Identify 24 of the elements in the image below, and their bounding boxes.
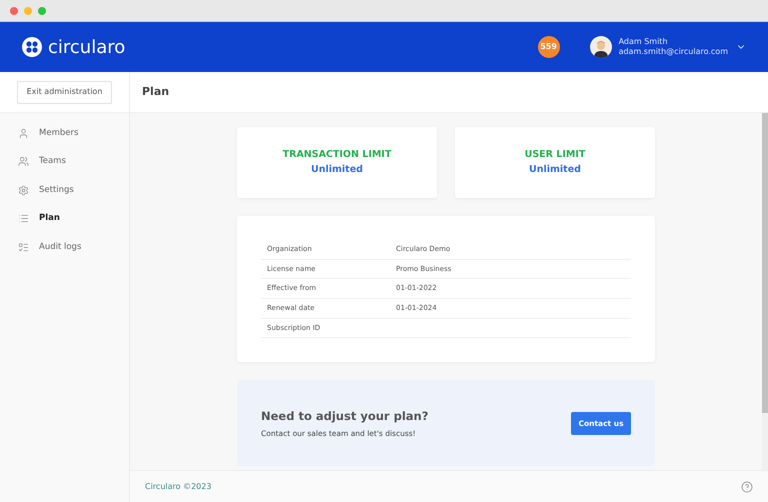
help-icon[interactable] [741,480,753,492]
footer-copyright: Circularo ©2023 [145,480,212,492]
sidebar-item-icon [18,184,29,196]
sidebar-item[interactable]: Plan [0,204,129,233]
sidebar-item[interactable]: Settings [0,176,129,204]
banner-title: Need to adjust your plan? [261,408,430,425]
user-name: Adam Smith [618,37,669,47]
exit-administration-button[interactable]: Exit administration [16,80,112,104]
avatar-icon[interactable] [590,36,612,58]
sidebar-item-icon [18,156,29,168]
limit-title: TRANSACTION LIMIT [282,148,392,162]
sidebar-item[interactable]: Teams [0,148,129,176]
brand-name: circularo [48,36,126,60]
page-title: Plan [142,84,170,100]
sidebar-item-icon [18,242,29,253]
sidebar-item-icon [18,128,29,139]
limit-value: Unlimited [311,162,363,176]
logo-icon [22,37,42,57]
user-email: adam.smith@circularo.com [618,47,728,57]
sidebar-item[interactable]: Audit logs [0,233,129,262]
limit-value: Unlimited [529,162,581,176]
sidebar-item[interactable]: Members [0,119,129,148]
scrollbar[interactable] [762,113,768,470]
limit-title: USER LIMIT [524,148,586,162]
